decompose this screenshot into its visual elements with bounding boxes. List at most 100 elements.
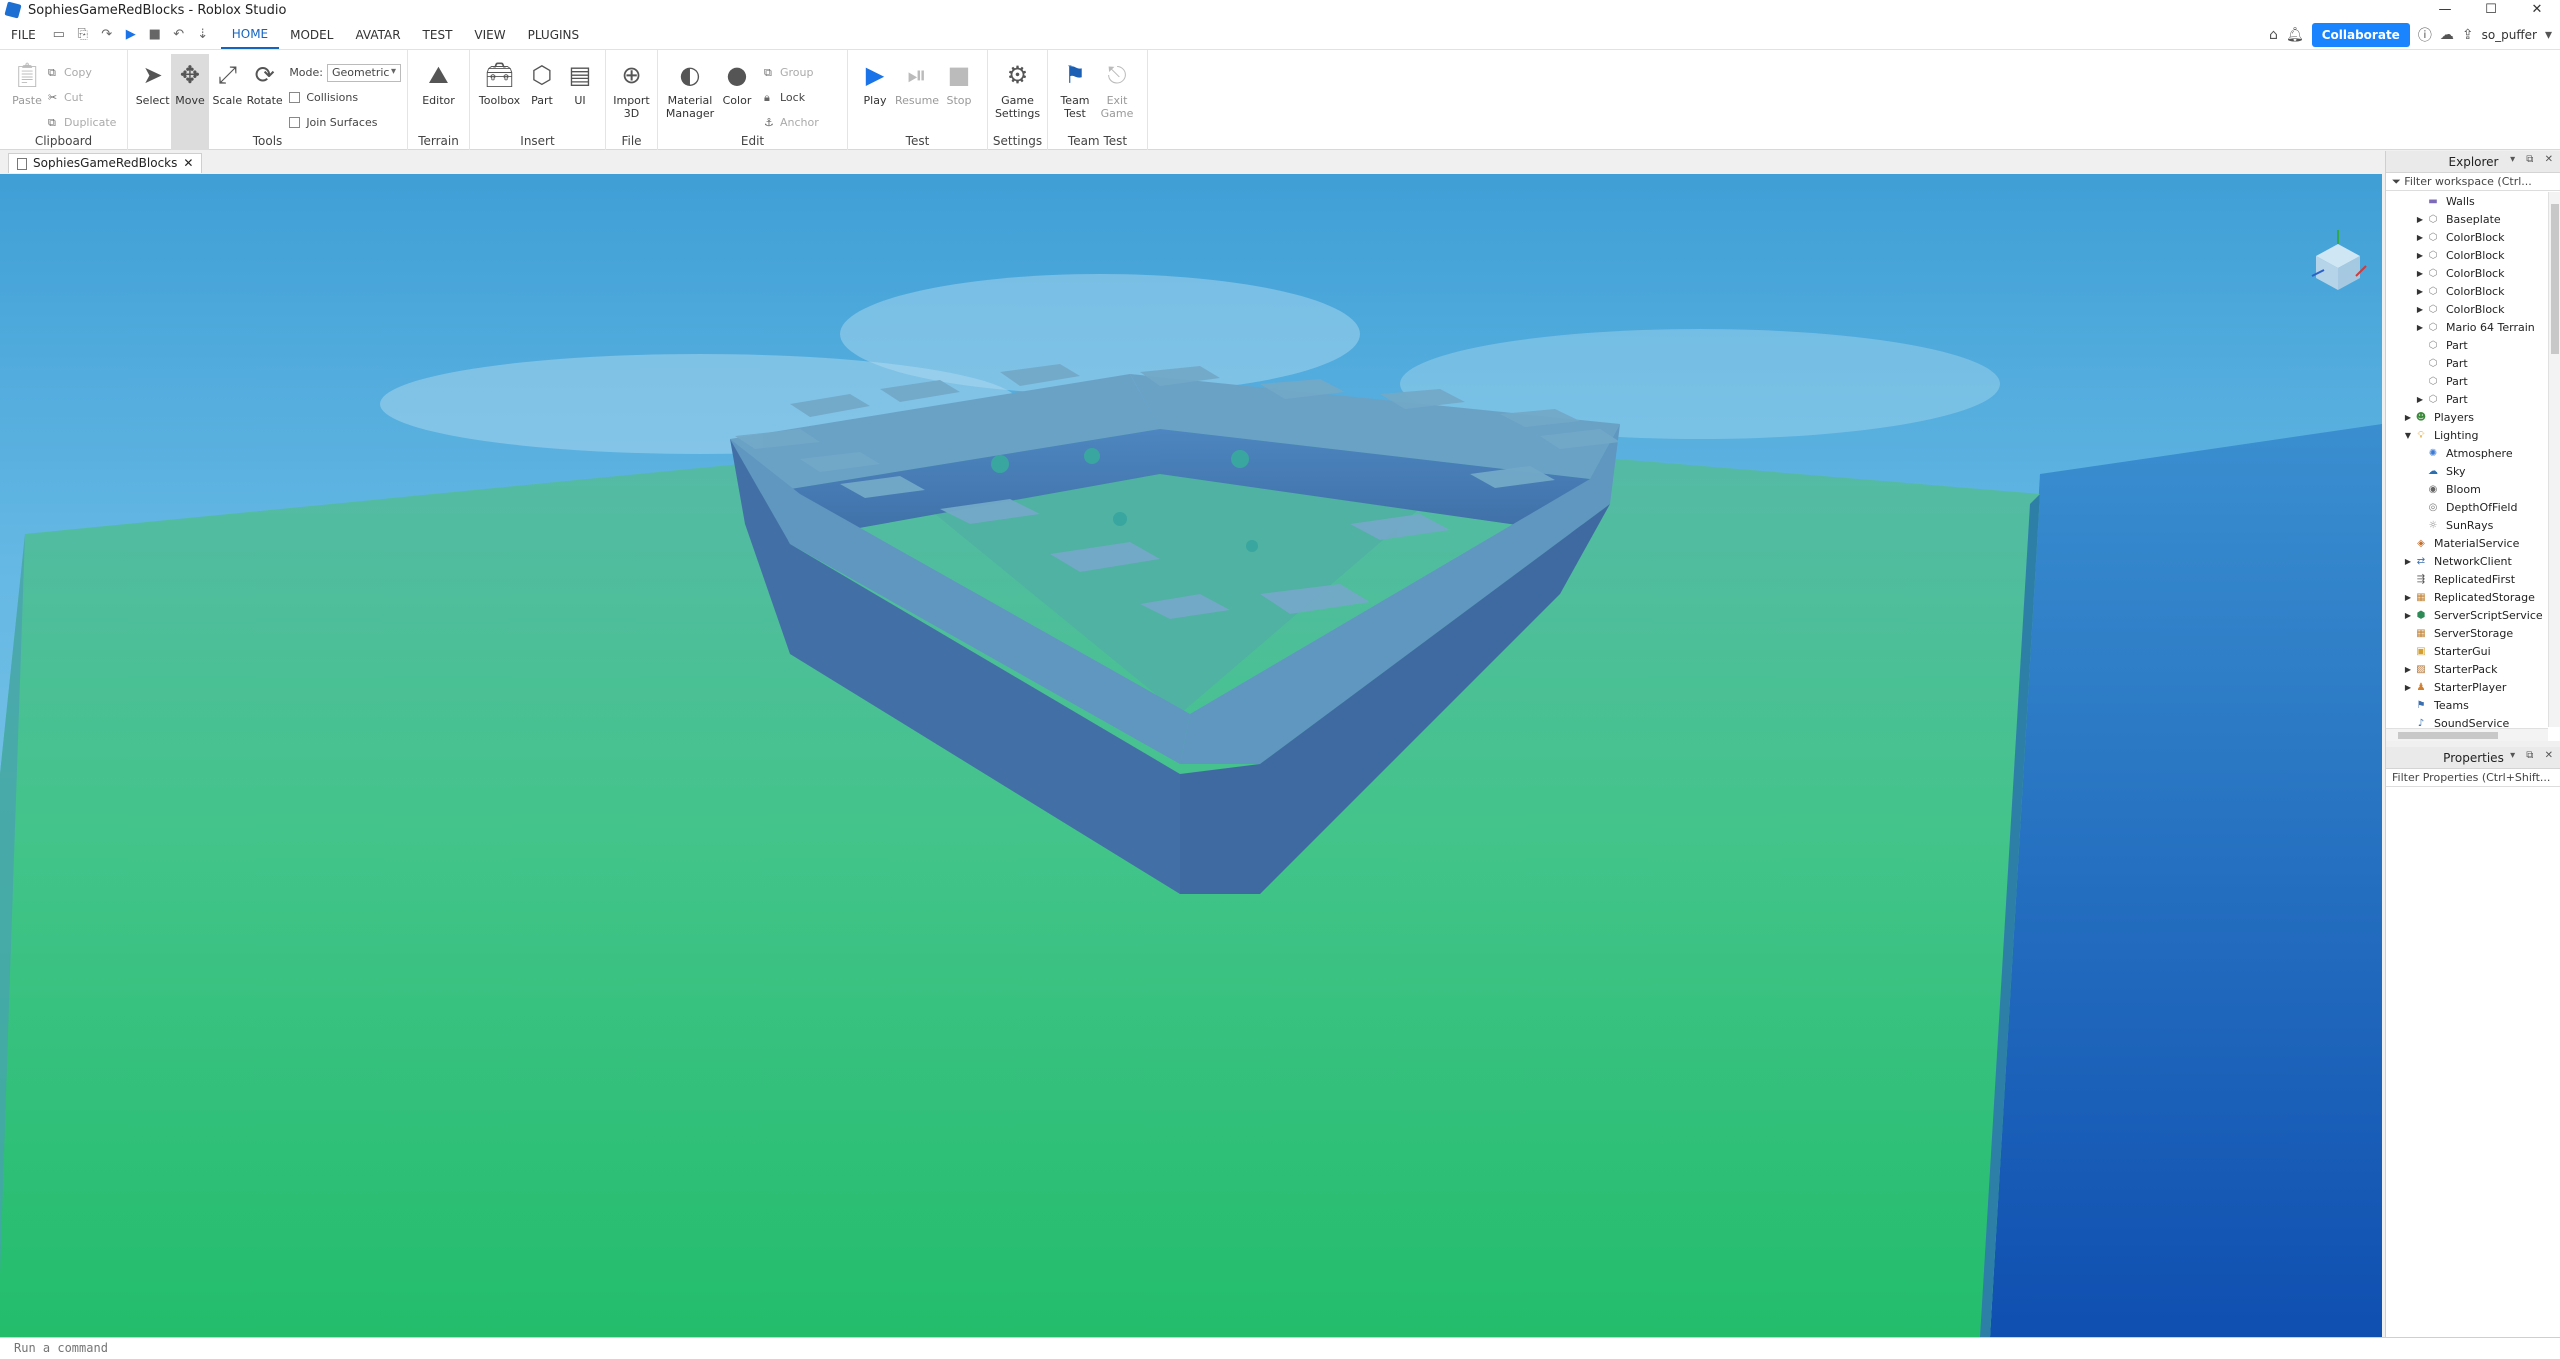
explorer-item[interactable]: ▶ ⬡ Baseplate [2386, 210, 2546, 228]
tab-home[interactable]: HOME [220, 21, 280, 49]
copy-button[interactable]: ⧉ Copy [48, 60, 116, 85]
explorer-filter-input[interactable]: ⏷ Filter workspace (Ctrl... [2386, 173, 2560, 191]
chevron-down-icon[interactable]: ▾ [2545, 27, 2552, 43]
join-surfaces-toggle[interactable]: Join Surfaces [289, 110, 401, 135]
explorer-item-label: Players [2434, 410, 2474, 424]
maximize-button[interactable]: ☐ [2468, 0, 2514, 20]
tab-plugins[interactable]: PLUGINS [517, 20, 591, 50]
expanded-arrow-icon[interactable]: ▼ [2402, 431, 2414, 440]
help-icon[interactable]: ⓘ [2418, 25, 2432, 45]
expand-arrow-icon[interactable]: ▶ [2402, 593, 2414, 602]
collaborate-button[interactable]: Collaborate [2311, 23, 2410, 47]
explorer-item[interactable]: ☼ SunRays [2386, 516, 2546, 534]
explorer-item[interactable]: ▶ ⬡ Mario 64 Terrain [2386, 318, 2546, 336]
explorer-item[interactable]: ▶ ⬡ ColorBlock [2386, 300, 2546, 318]
join-surfaces-checkbox[interactable] [289, 117, 301, 128]
username[interactable]: so_puffer [2482, 28, 2537, 42]
collisions-checkbox[interactable] [289, 92, 301, 103]
3d-viewport[interactable] [0, 174, 2382, 1337]
quick-play-icon[interactable]: ▶ [122, 26, 140, 44]
explorer-item[interactable]: ✺ Atmosphere [2386, 444, 2546, 462]
explorer-item[interactable]: ⇶ ReplicatedFirst [2386, 570, 2546, 588]
customize-qa-icon[interactable]: ⇣ [194, 26, 212, 44]
close-window-button[interactable]: ✕ [2514, 0, 2560, 20]
lock-button[interactable]: 🔒︎ Lock [764, 85, 819, 110]
expand-arrow-icon[interactable]: ▶ [2402, 683, 2414, 692]
file-menu[interactable]: FILE [0, 20, 47, 50]
expand-arrow-icon[interactable]: ▶ [2402, 413, 2414, 422]
explorer-item[interactable]: ▶ ♟ StarterPlayer [2386, 678, 2546, 696]
panel-controls[interactable]: ▾ ⧉ ✕ [2510, 750, 2557, 761]
share-icon[interactable]: ⇪ [2462, 27, 2474, 43]
explorer-item[interactable]: ◎ DepthOfField [2386, 498, 2546, 516]
explorer-item[interactable]: ◉ Bloom [2386, 480, 2546, 498]
explorer-item[interactable]: ▶ ⬡ ColorBlock [2386, 246, 2546, 264]
explorer-item[interactable]: ▶ ▦ ReplicatedStorage [2386, 588, 2546, 606]
minimize-button[interactable]: — [2422, 0, 2468, 20]
explorer-vertical-scrollbar[interactable] [2548, 192, 2560, 727]
ribbon-toolbar: 📋︎ Paste ⧉ Copy ✂ Cut ⧉ Duplicate Clipboard… [0, 50, 2560, 150]
explorer-item[interactable]: ▦ ServerStorage [2386, 624, 2546, 642]
explorer-item[interactable]: ▶ ⬡ Part [2386, 390, 2546, 408]
tab-view[interactable]: VIEW [463, 20, 516, 50]
expand-arrow-icon[interactable]: ▶ [2414, 215, 2426, 224]
explorer-item[interactable]: ⬡ Part [2386, 336, 2546, 354]
tab-avatar[interactable]: AVATAR [344, 20, 411, 50]
explorer-item[interactable]: ♪ SoundService [2386, 714, 2546, 728]
sound-icon: ♪ [2417, 717, 2425, 728]
expand-arrow-icon[interactable]: ▶ [2402, 665, 2414, 674]
explorer-item[interactable]: ⬡ Part [2386, 354, 2546, 372]
expand-arrow-icon[interactable]: ▶ [2414, 287, 2426, 296]
command-input[interactable] [0, 1338, 2400, 1358]
pack-icon: ▨ [2416, 663, 2426, 675]
duplicate-icon: ⧉ [48, 115, 56, 129]
expand-arrow-icon[interactable]: ▶ [2402, 557, 2414, 566]
anchor-button[interactable]: ⚓ Anchor [764, 110, 819, 135]
panel-controls[interactable]: ▾ ⧉ ✕ [2510, 154, 2557, 165]
expand-arrow-icon[interactable]: ▶ [2414, 251, 2426, 260]
group-button[interactable]: ⧉ Group [764, 60, 819, 85]
explorer-panel: Explorer ▾ ⧉ ✕ ⏷ Filter workspace (Ctrl.… [2386, 151, 2560, 741]
explorer-item[interactable]: ▼ 💡︎ Lighting [2386, 426, 2546, 444]
expand-arrow-icon[interactable]: ▶ [2414, 395, 2426, 404]
collisions-toggle[interactable]: Collisions [289, 85, 401, 110]
explorer-item-label: NetworkClient [2434, 554, 2512, 568]
notification-bell-icon[interactable]: 🔔︎ [2286, 27, 2304, 43]
explorer-horizontal-scrollbar[interactable] [2386, 728, 2548, 741]
cut-button[interactable]: ✂ Cut [48, 85, 116, 110]
expand-arrow-icon[interactable]: ▶ [2414, 305, 2426, 314]
properties-filter-input[interactable]: Filter Properties (Ctrl+Shift... [2386, 769, 2560, 787]
explorer-item[interactable]: ▶ ⬡ ColorBlock [2386, 282, 2546, 300]
explorer-item-label: ReplicatedStorage [2434, 590, 2535, 604]
cloud-icon[interactable]: ☁ [2440, 27, 2454, 43]
expand-arrow-icon[interactable]: ▶ [2414, 323, 2426, 332]
explorer-item[interactable]: ⚑ Teams [2386, 696, 2546, 714]
document-tab[interactable]: SophiesGameRedBlocks ✕ [8, 153, 203, 173]
mode-select[interactable]: Geometric [327, 63, 401, 82]
expand-arrow-icon[interactable]: ▶ [2414, 233, 2426, 242]
color-circle-icon: ● [726, 61, 748, 89]
tab-model[interactable]: MODEL [279, 20, 344, 50]
new-file-icon[interactable]: ▭ [50, 26, 68, 44]
explorer-item[interactable]: ☁ Sky [2386, 462, 2546, 480]
explorer-item[interactable]: ▶ ⇄ NetworkClient [2386, 552, 2546, 570]
explorer-item[interactable]: ▶ ⬡ ColorBlock [2386, 264, 2546, 282]
explorer-item[interactable]: ⬡ Part [2386, 372, 2546, 390]
undo-icon[interactable]: ↶ [170, 26, 188, 44]
explorer-item[interactable]: ▣ StarterGui [2386, 642, 2546, 660]
explorer-item[interactable]: ▶ ⬡ ColorBlock [2386, 228, 2546, 246]
quick-stop-icon[interactable]: ■ [146, 26, 164, 44]
expand-arrow-icon[interactable]: ▶ [2402, 611, 2414, 620]
explorer-item[interactable]: ▶ ☻ Players [2386, 408, 2546, 426]
explorer-item-label: ServerScriptService [2434, 608, 2543, 622]
close-tab-icon[interactable]: ✕ [183, 154, 193, 173]
home-icon[interactable]: ⌂ [2269, 27, 2278, 43]
expand-arrow-icon[interactable]: ▶ [2414, 269, 2426, 278]
open-file-icon[interactable]: ⎘ [74, 26, 92, 44]
explorer-item[interactable]: ◈ MaterialService [2386, 534, 2546, 552]
explorer-item[interactable]: ▶ ▨ StarterPack [2386, 660, 2546, 678]
explorer-item[interactable]: ▬ Walls [2386, 192, 2546, 210]
tab-test[interactable]: TEST [412, 20, 464, 50]
duplicate-button[interactable]: ⧉ Duplicate [48, 110, 116, 135]
explorer-item[interactable]: ▶ ⬢ ServerScriptService [2386, 606, 2546, 624]
